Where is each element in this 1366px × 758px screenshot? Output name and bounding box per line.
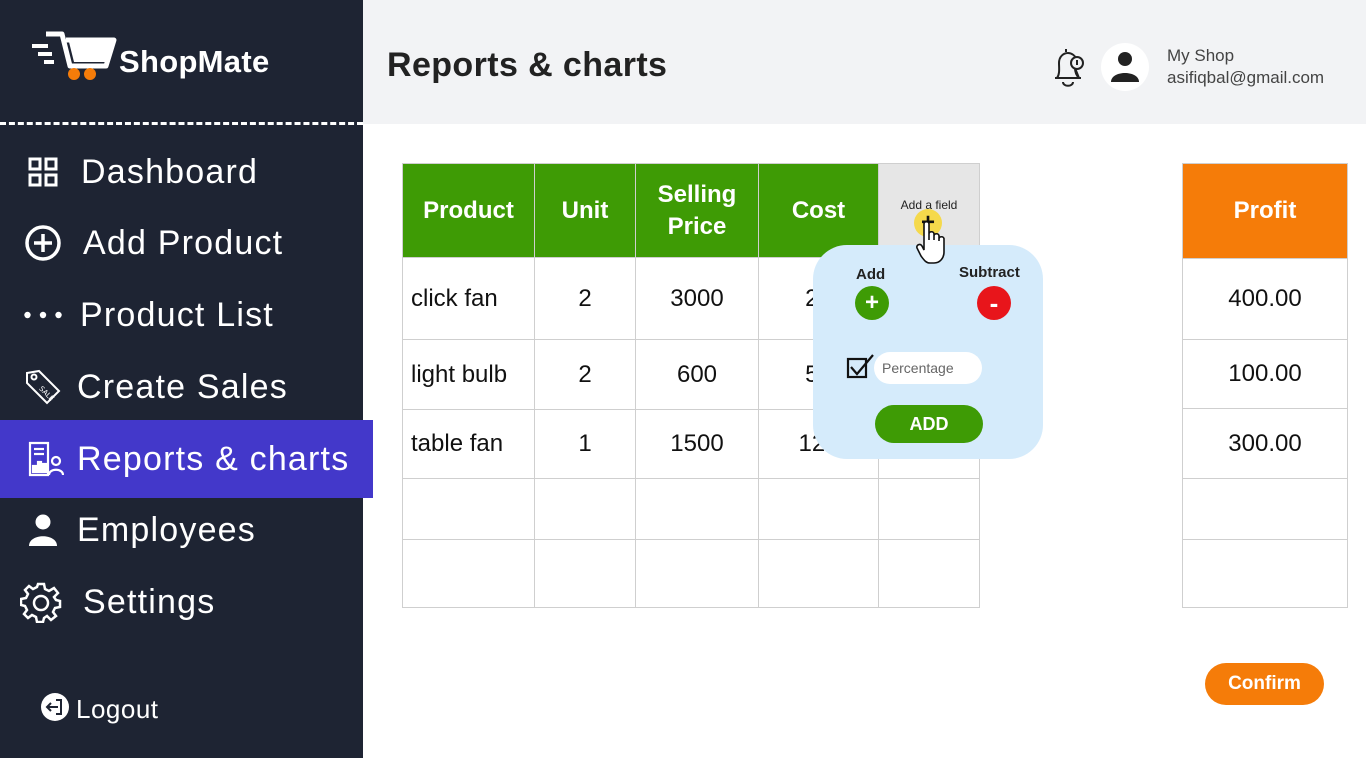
user-avatar-icon — [1111, 52, 1139, 82]
field-operation-popup: Add Subtract + - ADD — [813, 245, 1043, 459]
sidebar-item-dashboard[interactable]: Dashboard — [0, 137, 363, 207]
cell-unit: 1 — [534, 409, 636, 479]
sidebar-item-label: Reports & charts — [77, 439, 350, 478]
logout-label: Logout — [76, 693, 159, 724]
report-icon — [24, 438, 66, 480]
column-header-profit: Profit — [1182, 163, 1348, 259]
subtract-operation-button[interactable]: - — [977, 286, 1011, 320]
gear-icon — [20, 581, 62, 623]
percentage-checkbox[interactable] — [846, 353, 874, 381]
logout-button[interactable]: Logout — [40, 690, 159, 728]
sidebar-divider — [0, 122, 363, 125]
add-button[interactable]: ADD — [875, 405, 983, 443]
confirm-button[interactable]: Confirm — [1205, 663, 1324, 705]
sidebar-item-reports[interactable]: Reports & charts — [0, 420, 373, 498]
column-header-product: Product — [402, 163, 535, 258]
table-row-empty[interactable] — [402, 539, 980, 608]
sidebar-item-create-sales[interactable]: SALE Create Sales — [0, 352, 363, 422]
sidebar: ShopMate Dashboard Add Product Product L… — [0, 0, 373, 758]
sidebar-item-label: Employees — [77, 510, 256, 549]
svg-text:SALE: SALE — [37, 385, 55, 403]
cell-product: light bulb — [402, 339, 535, 410]
subtract-operation-label: Subtract — [959, 264, 1020, 281]
column-header-selling-price: Selling Price — [635, 163, 759, 258]
table-row-empty[interactable] — [402, 478, 980, 540]
column-header-unit: Unit — [534, 163, 636, 258]
page-title: Reports & charts — [387, 46, 668, 84]
brand-logo — [32, 30, 118, 82]
person-icon — [22, 509, 64, 551]
percentage-input[interactable] — [874, 352, 982, 384]
sidebar-item-product-list[interactable]: Product List — [0, 280, 363, 350]
logout-icon — [40, 692, 70, 727]
sidebar-item-label: Product List — [80, 295, 274, 334]
sidebar-item-employees[interactable]: Employees — [0, 495, 363, 565]
cell-product: table fan — [402, 409, 535, 479]
add-operation-label: Add — [856, 266, 886, 283]
sidebar-item-label: Dashboard — [81, 152, 259, 191]
user-email: asifiqbal@gmail.com — [1167, 68, 1325, 87]
cell-unit: 2 — [534, 257, 636, 340]
grid-icon — [22, 151, 64, 193]
profit-value: 100.00 — [1182, 339, 1348, 409]
add-operation-button[interactable]: + — [855, 286, 889, 320]
shop-name: My Shop — [1167, 46, 1235, 65]
top-header: Reports & charts My Shop asifiqbal@gmail… — [363, 0, 1366, 124]
bell-icon[interactable] — [1049, 46, 1087, 90]
profit-table: Profit 400.00 100.00 300.00 — [1182, 163, 1348, 608]
brand-name: ShopMate — [119, 44, 270, 79]
profit-value: 400.00 — [1182, 258, 1348, 340]
checkbox-checked-icon — [846, 354, 874, 379]
cart-logo-icon — [32, 31, 117, 80]
sale-tag-icon: SALE — [22, 366, 64, 408]
sidebar-item-settings[interactable]: Settings — [0, 567, 363, 637]
cell-product: click fan — [402, 257, 535, 340]
sidebar-item-add-product[interactable]: Add Product — [0, 208, 363, 278]
sidebar-item-label: Create Sales — [77, 367, 288, 406]
plus-circle-icon — [22, 222, 64, 264]
sidebar-item-label: Add Product — [83, 223, 284, 262]
hand-cursor-icon — [916, 220, 945, 264]
avatar[interactable] — [1101, 43, 1149, 91]
cell-selling-price: 600 — [635, 339, 759, 410]
cell-selling-price: 1500 — [635, 409, 759, 479]
column-header-cost: Cost — [758, 163, 879, 258]
dots-icon — [22, 294, 64, 336]
cell-selling-price: 3000 — [635, 257, 759, 340]
profit-value: 300.00 — [1182, 408, 1348, 479]
cell-unit: 2 — [534, 339, 636, 410]
sidebar-item-label: Settings — [83, 582, 216, 621]
